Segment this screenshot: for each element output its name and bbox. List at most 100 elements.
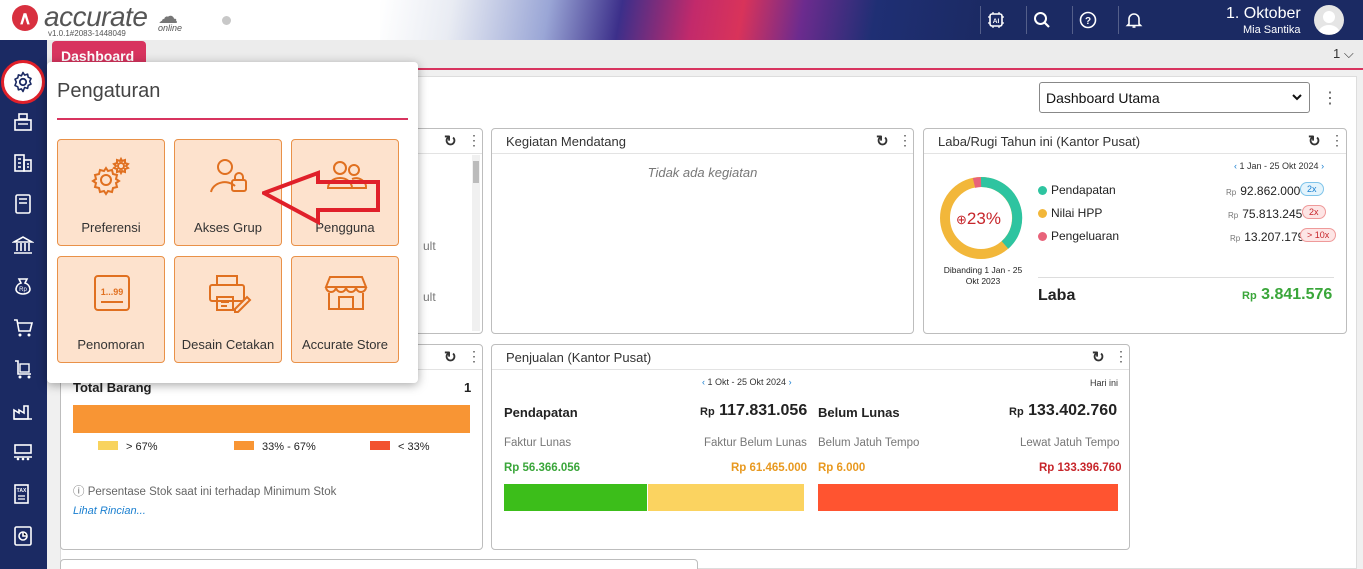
card-title: Kegiatan Mendatang — [506, 134, 626, 149]
avatar[interactable] — [1314, 5, 1344, 35]
tab-counter[interactable]: 1 ⌵ — [1333, 46, 1354, 62]
sidebar-item-settings[interactable] — [1, 60, 45, 104]
pengeluaran-badge: > 10x — [1300, 228, 1337, 242]
pendapatan-value: Rp 92.862.000 — [1226, 184, 1301, 198]
tile-accurate-store[interactable]: Accurate Store — [291, 256, 399, 363]
help-button[interactable]: ? — [1072, 6, 1102, 34]
tax-icon: TAX — [14, 484, 29, 504]
sidebar-item-production[interactable] — [8, 437, 38, 467]
notification-button[interactable] — [1118, 6, 1148, 34]
card-text-fragment: ult — [423, 290, 436, 304]
bar-belum-lunas — [648, 484, 804, 511]
pendapatan-label: Pendapatan — [504, 405, 578, 420]
factory-icon — [13, 405, 32, 420]
sidebar-item-inventory[interactable] — [8, 354, 38, 384]
belum-jatuh-label: Belum Jatuh Tempo — [818, 437, 920, 449]
card-more-icon[interactable]: ⋮ — [467, 348, 481, 365]
logo-suffix: online — [158, 23, 183, 33]
bar-lunas — [504, 484, 647, 511]
card-upcoming-activities: Kegiatan Mendatang ↻ ⋮ Tidak ada kegiata… — [491, 128, 914, 334]
faktur-belum-label: Faktur Belum Lunas — [704, 437, 807, 449]
faktur-belum-value: Rp 61.465.000 — [731, 462, 808, 474]
dashboard-selector-value: Dashboard Utama — [1046, 90, 1160, 106]
dashboard-selector[interactable]: Dashboard Utama — [1039, 82, 1310, 113]
sidebar-item-reports[interactable] — [8, 521, 38, 551]
empty-state: Tidak ada kegiatan — [647, 165, 758, 180]
legend-high: > 67% — [98, 441, 158, 453]
building-icon — [14, 154, 32, 172]
menu-title: Pengaturan — [57, 80, 161, 102]
compare-note: Dibanding 1 Jan - 25 Okt 2023 — [943, 265, 1023, 286]
stock-note: ⓘ Persentase Stok saat ini terhadap Mini… — [73, 486, 337, 498]
chevron-left-icon[interactable]: ‹ — [702, 377, 705, 387]
tile-penomoran[interactable]: 1...99 Penomoran — [57, 256, 165, 363]
gears-icon — [91, 156, 130, 196]
chevron-right-icon[interactable]: › — [789, 377, 792, 387]
card-more-icon[interactable]: ⋮ — [898, 132, 912, 149]
legend-low: < 33% — [370, 441, 430, 453]
down-circle-icon: ⊕ — [956, 212, 967, 227]
lewat-jatuh-value: Rp 133.396.760 — [1039, 462, 1122, 474]
svg-text:TAX: TAX — [17, 488, 27, 494]
sidebar-item-tax[interactable]: TAX — [8, 479, 38, 509]
svg-text:?: ? — [1084, 16, 1090, 27]
bank-icon — [12, 236, 34, 254]
cashier-icon — [14, 113, 32, 131]
period-label: 1 Okt - 25 Okt 2024 — [707, 377, 787, 387]
header-decoration — [380, 0, 980, 40]
belum-lunas-label: Belum Lunas — [818, 405, 900, 420]
faktur-lunas-value: Rp 56.366.056 — [504, 462, 581, 474]
card-more-icon[interactable]: ⋮ — [1114, 348, 1128, 365]
period-selector[interactable]: ‹ 1 Jan - 25 Okt 2024 › — [1234, 161, 1324, 171]
refresh-icon[interactable]: ↻ — [444, 132, 457, 150]
sidebar-item-bank[interactable] — [8, 230, 38, 260]
refresh-icon[interactable]: ↻ — [1308, 132, 1321, 150]
info-icon: ⓘ — [73, 486, 85, 498]
laba-value: Rp 3.841.576 — [1242, 286, 1333, 303]
search-button[interactable] — [1026, 6, 1056, 34]
card-more-icon[interactable]: ⋮ — [467, 132, 481, 149]
tile-desain-cetakan[interactable]: Desain Cetakan — [174, 256, 282, 363]
sidebar-item-assets[interactable] — [8, 396, 38, 426]
report-icon — [14, 526, 32, 546]
refresh-icon[interactable]: ↻ — [876, 132, 889, 150]
accurate-logo-icon[interactable]: ∧ — [12, 5, 38, 31]
app-version: v1.0.1#2083-1448049 — [48, 29, 126, 38]
sidebar-item-purchase[interactable] — [8, 313, 38, 343]
top-header — [0, 0, 1363, 40]
bar-lewat-jatuh — [818, 484, 1118, 511]
sidebar-item-company[interactable] — [8, 148, 38, 178]
belum-lunas-value: Rp 133.402.760 — [1009, 402, 1118, 419]
detail-link[interactable]: Lihat Rincian... — [73, 505, 146, 517]
chevron-right-icon[interactable]: › — [1321, 161, 1324, 171]
period-label: 1 Jan - 25 Okt 2024 — [1239, 161, 1319, 171]
svg-text:Rp: Rp — [19, 287, 27, 293]
user-name[interactable]: Mia Santika — [1243, 24, 1300, 36]
card-title: Laba/Rugi Tahun ini (Kantor Pusat) — [938, 134, 1141, 149]
ai-button[interactable]: AI — [980, 6, 1010, 34]
sidebar-item-ledger[interactable] — [8, 189, 38, 219]
dashboard-more-icon[interactable]: ⋮ — [1322, 88, 1338, 108]
tile-preferensi[interactable]: Preferensi — [57, 139, 165, 246]
card-sales: Penjualan (Kantor Pusat) ↻ ⋮ ‹ 1 Okt - 2… — [491, 344, 1130, 550]
refresh-icon[interactable]: ↻ — [1092, 348, 1105, 366]
printer-design-icon — [209, 275, 252, 313]
ai-icon: AI — [987, 12, 1004, 28]
belum-jatuh-value: Rp 6.000 — [818, 462, 866, 474]
total-barang-count: 1 — [464, 380, 472, 395]
scrollbar[interactable] — [472, 155, 480, 331]
sidebar-item-payment[interactable]: Rp — [8, 271, 38, 301]
status-dot — [222, 16, 231, 25]
refresh-icon[interactable]: ↻ — [444, 348, 457, 366]
tab-count: 1 — [1333, 46, 1341, 61]
legend-pendapatan: Pendapatan — [1038, 183, 1116, 197]
store-icon — [324, 276, 368, 310]
sidebar-item-sales[interactable] — [8, 107, 38, 137]
card-more-icon[interactable]: ⋮ — [1330, 132, 1344, 149]
period-selector[interactable]: ‹ 1 Okt - 25 Okt 2024 › — [702, 377, 792, 387]
pendapatan-badge: 2x — [1300, 182, 1324, 196]
tile-label: Preferensi — [81, 220, 141, 235]
chevron-left-icon[interactable]: ‹ — [1234, 161, 1237, 171]
pengeluaran-value: Rp 13.207.179 — [1230, 230, 1305, 244]
faktur-lunas-label: Faktur Lunas — [504, 437, 572, 449]
